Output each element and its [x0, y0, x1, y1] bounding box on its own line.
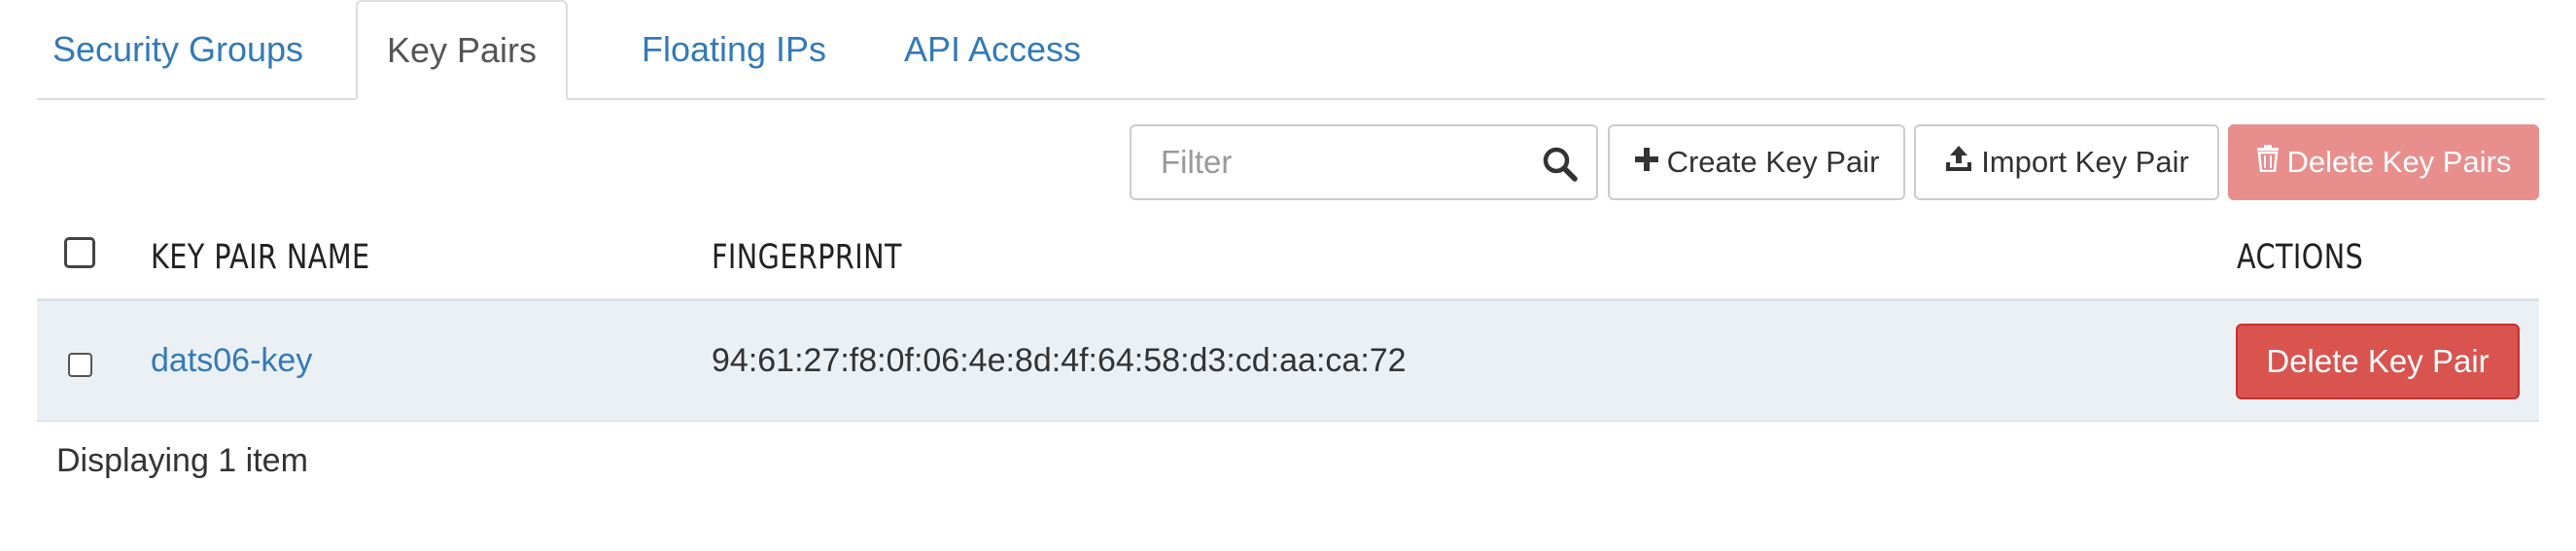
tab-bar: Security Groups Key Pairs Floating IPs A…	[37, 0, 2545, 100]
tab-security-groups[interactable]: Security Groups	[37, 0, 319, 98]
tab-key-pairs[interactable]: Key Pairs	[356, 0, 568, 100]
delete-key-pair-button[interactable]: Delete Key Pair	[2236, 324, 2520, 399]
create-key-pair-label: Create Key Pair	[1666, 145, 1880, 179]
create-key-pair-button[interactable]: Create Key Pair	[1608, 124, 1905, 200]
search-icon[interactable]	[1542, 146, 1579, 183]
table-header: KEY PAIR NAME FINGERPRINT ACTIONS	[37, 216, 2539, 301]
tab-floating-ips[interactable]: Floating IPs	[593, 0, 875, 98]
key-pairs-panel: Security Groups Key Pairs Floating IPs A…	[0, 0, 2576, 551]
row-checkbox[interactable]	[68, 353, 92, 377]
delete-key-pairs-label: Delete Key Pairs	[2286, 145, 2512, 179]
import-key-pair-label: Import Key Pair	[1981, 145, 2189, 179]
table-row: dats06-key 94:61:27:f8:0f:06:4e:8d:4f:64…	[37, 301, 2539, 422]
key-pair-name-link[interactable]: dats06-key	[151, 301, 312, 420]
select-all-checkbox[interactable]	[64, 237, 95, 268]
plus-icon	[1634, 145, 1667, 180]
upload-icon	[1944, 144, 1981, 181]
import-key-pair-button[interactable]: Import Key Pair	[1914, 124, 2219, 200]
trash-icon	[2256, 145, 2287, 180]
item-count: Displaying 1 item	[56, 442, 308, 479]
column-header-actions: ACTIONS	[2237, 237, 2364, 277]
filter-group	[1130, 124, 1598, 200]
delete-key-pairs-button[interactable]: Delete Key Pairs	[2228, 124, 2539, 200]
column-header-key-pair-name[interactable]: KEY PAIR NAME	[151, 216, 370, 298]
filter-input[interactable]	[1131, 126, 1549, 198]
fingerprint-value: 94:61:27:f8:0f:06:4e:8d:4f:64:58:d3:cd:a…	[712, 341, 1407, 379]
tab-api-access[interactable]: API Access	[881, 0, 1104, 98]
column-header-fingerprint[interactable]: FINGERPRINT	[712, 216, 902, 298]
